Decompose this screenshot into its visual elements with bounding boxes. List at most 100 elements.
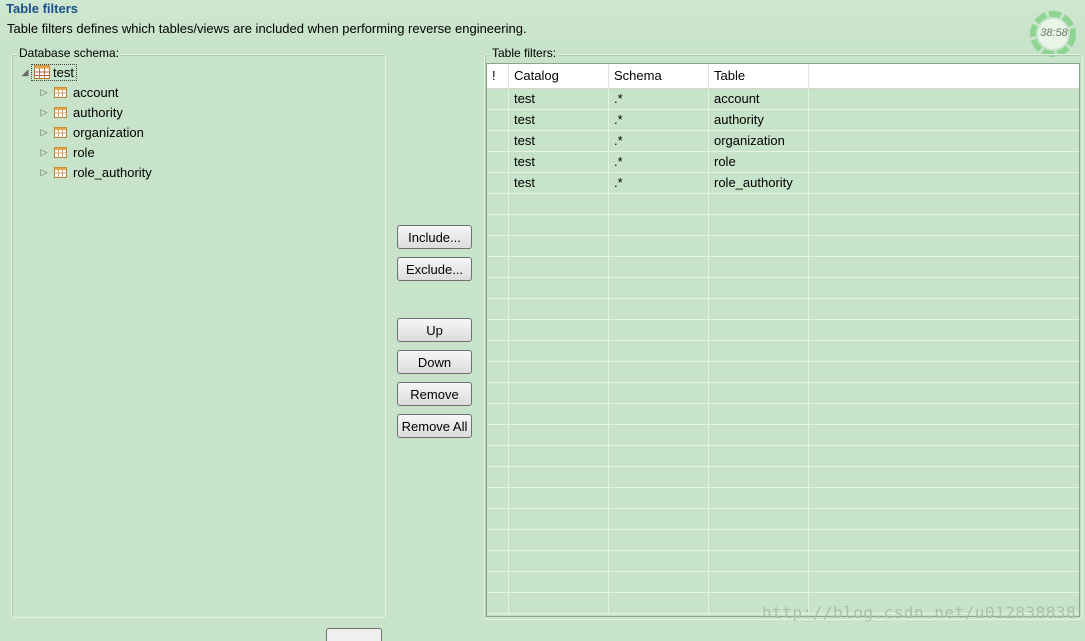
table-cell xyxy=(487,215,509,235)
table-cell xyxy=(809,551,1079,571)
table-cell: .* xyxy=(609,131,709,151)
tree-item-table[interactable]: ▷ authority xyxy=(38,103,123,121)
remove-button[interactable]: Remove xyxy=(397,382,472,406)
table-cell xyxy=(709,488,809,508)
include-button[interactable]: Include... xyxy=(397,225,472,249)
table-cell xyxy=(809,152,1079,172)
table-cell xyxy=(487,446,509,466)
down-button[interactable]: Down xyxy=(397,350,472,374)
table-cell xyxy=(609,299,709,319)
table-cell xyxy=(809,509,1079,529)
table-icon xyxy=(54,166,67,178)
table-cell xyxy=(487,257,509,277)
watermark-text: http://blog.csdn.net/u012838838 xyxy=(762,603,1077,622)
table-row[interactable]: test .* role_authority xyxy=(487,173,1079,194)
table-cell xyxy=(709,572,809,592)
table-cell xyxy=(509,530,609,550)
table-header: ! Catalog Schema Table xyxy=(487,64,1079,89)
table-filters-label: Table filters: xyxy=(490,46,559,60)
table-cell xyxy=(609,593,709,613)
table-row[interactable]: test .* authority xyxy=(487,110,1079,131)
table-cell xyxy=(609,530,709,550)
table-cell xyxy=(809,572,1079,592)
table-filters-table[interactable]: ! Catalog Schema Table test .* account test… xyxy=(486,63,1080,617)
column-header-filler xyxy=(809,64,1079,88)
column-header-catalog[interactable]: Catalog xyxy=(509,64,609,88)
collapse-icon[interactable]: ◢ xyxy=(19,66,31,78)
expand-icon[interactable]: ▷ xyxy=(38,126,50,138)
table-cell xyxy=(809,110,1079,130)
table-cell xyxy=(809,194,1079,214)
table-row xyxy=(487,362,1079,383)
table-cell xyxy=(809,404,1079,424)
table-cell xyxy=(487,341,509,361)
table-cell xyxy=(709,425,809,445)
table-cell xyxy=(487,131,509,151)
table-row[interactable]: test .* account xyxy=(487,89,1079,110)
table-row xyxy=(487,341,1079,362)
table-cell: test xyxy=(509,152,609,172)
column-header-schema[interactable]: Schema xyxy=(609,64,709,88)
table-cell xyxy=(609,278,709,298)
table-cell xyxy=(609,467,709,487)
table-icon xyxy=(54,86,67,98)
column-header-flag[interactable]: ! xyxy=(487,64,509,88)
remove-all-button[interactable]: Remove All xyxy=(397,414,472,438)
table-cell: .* xyxy=(609,89,709,109)
table-row xyxy=(487,194,1079,215)
table-cell xyxy=(709,362,809,382)
table-cell xyxy=(809,530,1079,550)
table-row xyxy=(487,446,1079,467)
expand-icon[interactable]: ▷ xyxy=(38,146,50,158)
table-cell xyxy=(509,572,609,592)
expand-icon[interactable]: ▷ xyxy=(38,166,50,178)
tree-item-table[interactable]: ▷ organization xyxy=(38,123,144,141)
up-button[interactable]: Up xyxy=(397,318,472,342)
table-cell: role xyxy=(709,152,809,172)
table-icon xyxy=(54,146,67,158)
table-cell xyxy=(509,299,609,319)
table-row xyxy=(487,488,1079,509)
table-row xyxy=(487,383,1079,404)
table-cell xyxy=(509,383,609,403)
table-cell xyxy=(609,488,709,508)
table-row[interactable]: test .* organization xyxy=(487,131,1079,152)
column-header-table[interactable]: Table xyxy=(709,64,809,88)
table-cell xyxy=(709,320,809,340)
table-cell xyxy=(487,509,509,529)
table-icon xyxy=(54,106,67,118)
table-cell xyxy=(809,425,1079,445)
table-cell xyxy=(509,341,609,361)
table-row[interactable]: test .* role xyxy=(487,152,1079,173)
expand-icon[interactable]: ▷ xyxy=(38,106,50,118)
tree-item-table[interactable]: ▷ role_authority xyxy=(38,163,152,181)
table-cell xyxy=(487,194,509,214)
table-cell xyxy=(509,488,609,508)
table-row xyxy=(487,278,1079,299)
table-cell xyxy=(809,236,1079,256)
table-cell xyxy=(509,257,609,277)
tree-item-table[interactable]: ▷ role xyxy=(38,143,95,161)
table-cell xyxy=(709,236,809,256)
table-cell xyxy=(709,446,809,466)
tree-root-test[interactable]: ◢ test xyxy=(19,63,77,81)
table-row xyxy=(487,404,1079,425)
table-cell: authority xyxy=(709,110,809,130)
table-cell: .* xyxy=(609,173,709,193)
timer-text: 38:58 xyxy=(1040,27,1068,39)
exclude-button[interactable]: Exclude... xyxy=(397,257,472,281)
expand-icon[interactable]: ▷ xyxy=(38,86,50,98)
table-cell: test xyxy=(509,110,609,130)
table-cell xyxy=(509,467,609,487)
table-row xyxy=(487,299,1079,320)
table-cell xyxy=(809,299,1079,319)
tree-item-label: account xyxy=(73,84,119,100)
tree-item-table[interactable]: ▷ account xyxy=(38,83,119,101)
table-cell xyxy=(487,488,509,508)
table-cell xyxy=(809,362,1079,382)
table-cell xyxy=(709,278,809,298)
table-cell xyxy=(809,89,1079,109)
table-cell: test xyxy=(509,89,609,109)
table-cell xyxy=(509,278,609,298)
table-cell xyxy=(809,278,1079,298)
